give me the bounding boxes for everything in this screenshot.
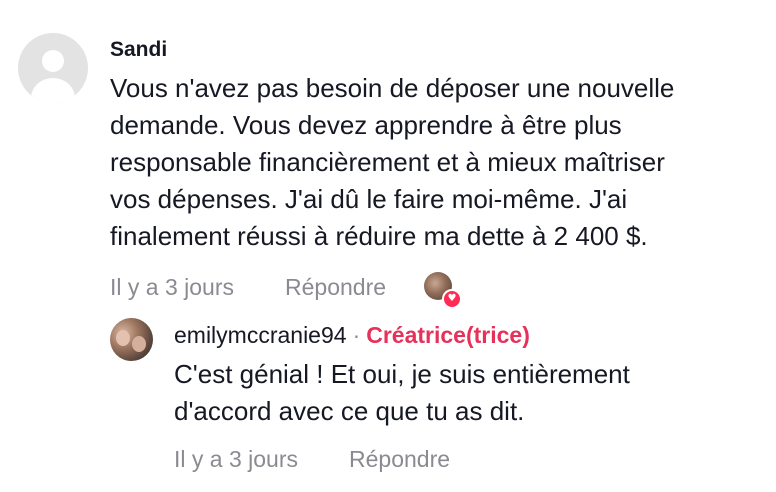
reply-reply-button[interactable]: Répondre xyxy=(349,446,450,473)
reply-line: d'accord avec ce que tu as dit. xyxy=(174,396,525,426)
reply-text: C'est génial ! Et oui, je suis entièreme… xyxy=(174,356,630,430)
comment-timestamp: Il y a 3 jours xyxy=(110,274,234,300)
creator-badge: Créatrice(trice) xyxy=(366,322,530,348)
comment-line: finalement réussi à réduire ma dette à 2… xyxy=(110,221,648,251)
comment-line: demande. Vous devez apprendre à être plu… xyxy=(110,110,622,140)
reply-timestamp: Il y a 3 jours xyxy=(174,446,298,472)
reply-line: C'est génial ! Et oui, je suis entièreme… xyxy=(174,359,630,389)
separator-dot: · xyxy=(352,322,361,348)
reply-author-avatar[interactable] xyxy=(110,318,153,361)
comment-text: Vous n'avez pas besoin de déposer une no… xyxy=(110,70,674,255)
reply-button[interactable]: Répondre xyxy=(285,274,386,301)
comment-line: Vous n'avez pas besoin de déposer une no… xyxy=(110,73,675,103)
user-avatar[interactable] xyxy=(18,33,88,103)
heart-icon: ♥ xyxy=(442,289,462,309)
default-user-icon xyxy=(42,50,64,72)
comment-line: vos dépenses. J'ai dû le faire moi-même.… xyxy=(110,184,628,214)
reply-header: emilymccranie94 · Créatrice(trice) xyxy=(174,322,530,349)
comment-author[interactable]: Sandi xyxy=(110,38,167,62)
reply-author[interactable]: emilymccranie94 xyxy=(174,322,347,348)
liked-by-creator-badge: ♥ xyxy=(424,272,462,309)
comment-line: responsable financièrement et à mieux ma… xyxy=(110,147,665,177)
